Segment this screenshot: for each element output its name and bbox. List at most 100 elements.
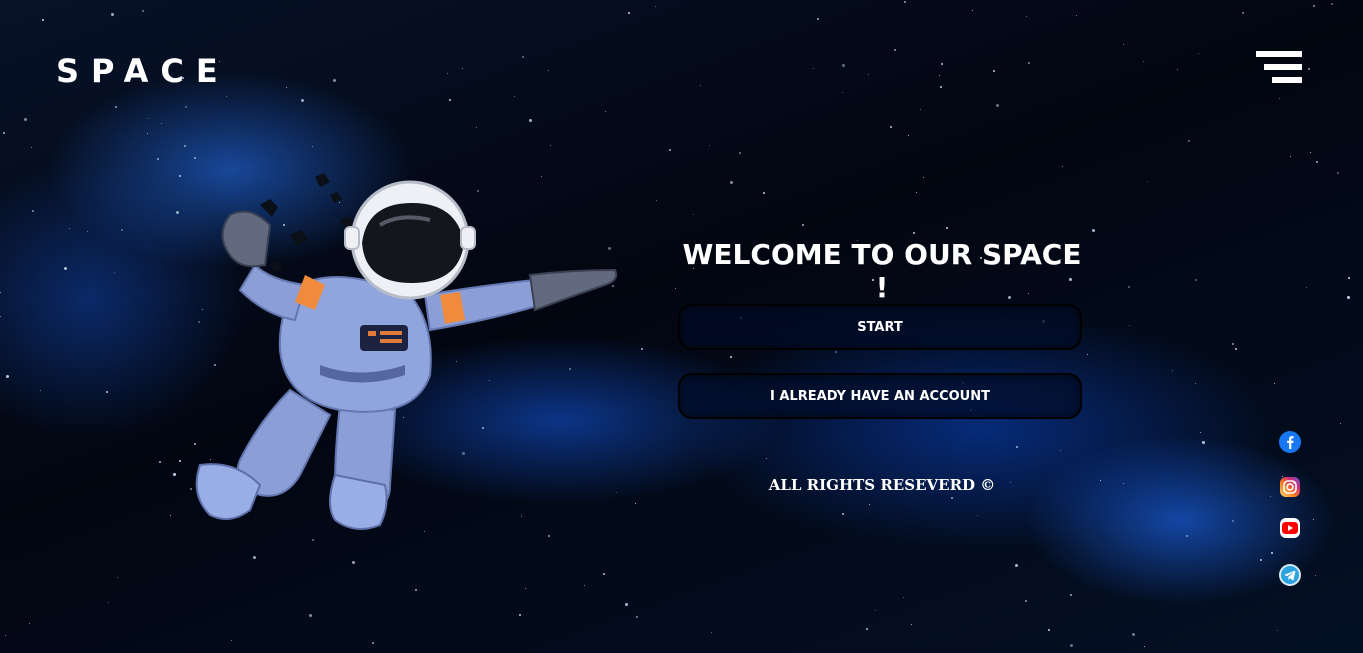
star: [548, 70, 549, 71]
star: [1308, 68, 1310, 70]
star: [941, 63, 943, 65]
star: [1195, 383, 1196, 384]
star: [977, 515, 978, 516]
star: [301, 99, 304, 102]
star: [514, 96, 515, 97]
star: [352, 561, 355, 564]
star: [226, 96, 227, 97]
star: [1202, 441, 1205, 444]
star: [730, 181, 733, 184]
star: [1123, 483, 1124, 484]
star: [1331, 3, 1333, 5]
star: [693, 214, 694, 215]
star: [1235, 348, 1237, 350]
star: [1340, 423, 1341, 424]
star: [1274, 383, 1275, 384]
star: [312, 539, 314, 541]
star: [700, 85, 701, 86]
facebook-icon[interactable]: [1279, 431, 1301, 453]
star: [1048, 629, 1050, 631]
astronaut-illustration: [195, 173, 618, 530]
login-button[interactable]: I ALREADY HAVE AN ACCOUNT: [678, 373, 1082, 419]
star: [519, 614, 521, 616]
star: [147, 133, 148, 134]
star: [1306, 287, 1307, 288]
star: [1028, 62, 1030, 64]
star: [866, 628, 868, 630]
star: [32, 210, 34, 212]
star: [1270, 496, 1271, 497]
star: [0, 316, 1, 317]
star: [890, 126, 892, 128]
instagram-icon[interactable]: [1279, 476, 1301, 498]
star: [1070, 644, 1073, 647]
star: [372, 642, 374, 644]
star: [24, 118, 27, 121]
star: [1348, 277, 1350, 279]
star: [550, 145, 551, 146]
star: [835, 351, 837, 353]
star: [1060, 450, 1061, 451]
star: [40, 390, 41, 391]
copyright-text: ALL RIGHTS RESEVERD ©: [768, 476, 996, 494]
star: [946, 227, 948, 229]
star: [635, 503, 636, 504]
star: [1016, 446, 1018, 448]
star: [1232, 343, 1234, 345]
star: [636, 616, 638, 618]
star: [121, 229, 123, 231]
star: [625, 603, 628, 606]
star: [87, 231, 88, 232]
star: [548, 535, 550, 537]
star: [842, 64, 845, 67]
star: [842, 92, 843, 93]
star: [904, 1, 906, 3]
star: [1277, 630, 1278, 631]
star: [656, 200, 657, 201]
star: [108, 602, 109, 603]
star: [993, 70, 995, 72]
welcome-panel: WELCOME TO OUR SPACE ! START I ALREADY H…: [678, 238, 1086, 494]
star: [763, 192, 765, 194]
star: [603, 573, 605, 575]
star: [939, 75, 940, 76]
star: [117, 577, 118, 578]
star: [916, 192, 917, 193]
star: [64, 267, 67, 270]
star: [711, 632, 712, 633]
star: [584, 585, 585, 586]
star: [1123, 44, 1124, 45]
hamburger-menu-icon[interactable]: [1256, 51, 1302, 83]
star: [675, 288, 676, 289]
star: [114, 272, 115, 273]
star: [920, 109, 921, 110]
star: [253, 556, 256, 559]
star: [1313, 519, 1314, 520]
star: [1129, 325, 1130, 326]
star: [605, 111, 606, 112]
star: [194, 157, 196, 159]
star: [842, 513, 844, 515]
star: [231, 640, 232, 641]
star: [525, 588, 526, 589]
star: [766, 458, 767, 459]
start-button[interactable]: START: [678, 304, 1082, 350]
star: [3, 132, 5, 134]
star: [5, 635, 6, 636]
star: [69, 228, 70, 229]
youtube-icon[interactable]: [1279, 517, 1301, 539]
star: [148, 118, 149, 119]
star: [1143, 61, 1144, 62]
star: [903, 597, 904, 598]
star: [29, 623, 30, 624]
star: [1290, 156, 1291, 157]
star: [476, 127, 477, 128]
star: [869, 504, 870, 505]
star: [1195, 279, 1197, 281]
telegram-icon[interactable]: [1279, 564, 1301, 586]
star: [1062, 166, 1063, 167]
star: [1026, 16, 1027, 17]
star: [1177, 69, 1178, 70]
star: [1100, 480, 1101, 481]
star: [1076, 15, 1077, 16]
